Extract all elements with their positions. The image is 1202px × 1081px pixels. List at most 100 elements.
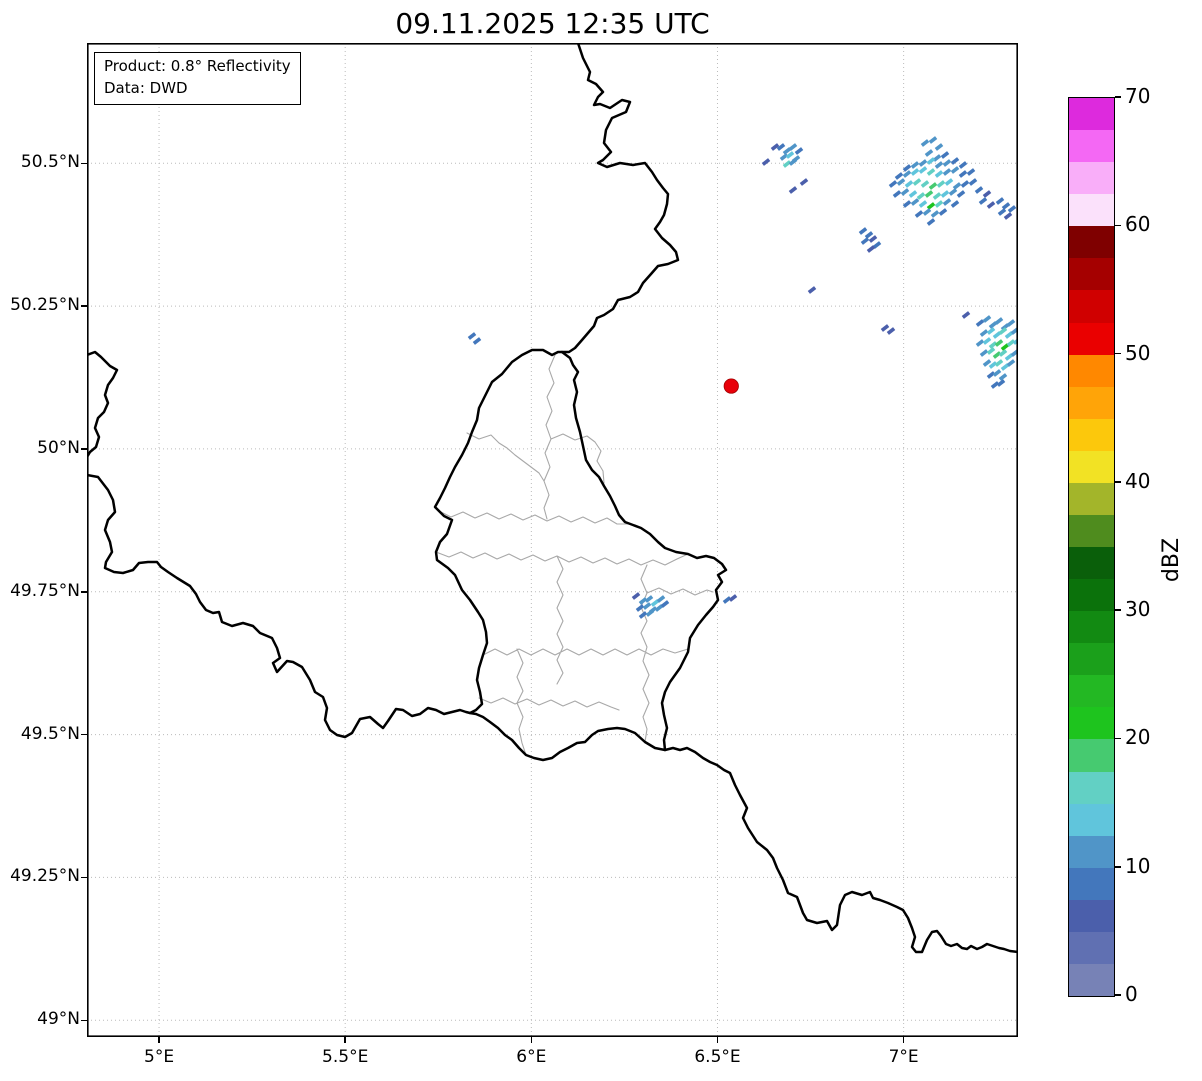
radar-echo-bin (888, 180, 898, 188)
radar-site-marker (723, 378, 739, 394)
radar-echo-bin (934, 170, 944, 178)
colorbar-tick-mark (1115, 352, 1121, 355)
radar-echo-bin (914, 210, 924, 218)
radar-echo-bin (948, 188, 958, 196)
radar-echo-bin (966, 168, 976, 176)
colorbar-segment (1069, 354, 1114, 387)
y-tick-mark (81, 1019, 87, 1022)
radar-echo-bin (770, 143, 780, 151)
colorbar-tick-label: 10 (1125, 853, 1151, 878)
colorbar-tick-mark (1115, 481, 1121, 483)
radar-echo-bin (936, 180, 946, 188)
radar-echo-bin (958, 170, 968, 178)
colorbar-segment (1069, 706, 1114, 740)
radar-echo-bin (942, 159, 952, 167)
colorbar (1068, 97, 1115, 997)
radar-echo-bin (932, 192, 942, 200)
radar-echo-bin (807, 286, 817, 294)
y-tick-label: 49.75°N (10, 580, 80, 601)
colorbar-segment (1069, 835, 1114, 868)
radar-echo-bin (940, 151, 950, 159)
radar-echo-bin (942, 198, 952, 206)
colorbar-tick-label: 30 (1125, 597, 1151, 622)
radar-echo-bin (910, 168, 920, 176)
x-tick-mark (344, 1037, 346, 1043)
colorbar-segment (1069, 193, 1114, 227)
radar-figure: 09.11.2025 12:35 UTC Product: 0.8° Refle… (0, 0, 1202, 1081)
radar-echo-bin (950, 166, 960, 174)
colorbar-tick-label: 70 (1125, 84, 1151, 108)
colorbar-segment (1069, 674, 1114, 708)
y-tick-label: 50°N (37, 437, 80, 458)
radar-echo-bin (982, 190, 992, 198)
y-tick-label: 50.25°N (10, 295, 80, 316)
colorbar-segment (1069, 514, 1114, 547)
radar-echo-bin (920, 180, 930, 188)
colorbar-segment (1069, 546, 1114, 580)
radar-echo-bin (904, 180, 914, 188)
y-tick-mark (81, 305, 87, 307)
map-plot (87, 43, 1018, 1037)
radar-echo-bin (926, 218, 936, 226)
radar-echo-bin (961, 311, 971, 319)
radar-echo-bin (979, 329, 989, 337)
colorbar-segment (1069, 257, 1114, 291)
y-tick-label: 50.5°N (20, 152, 80, 173)
radar-echo-bin (776, 143, 786, 151)
x-tick-mark (716, 1037, 719, 1043)
radar-echo-bin (902, 200, 912, 208)
colorbar-segment (1069, 738, 1114, 772)
radar-echo-bin (908, 190, 918, 198)
radar-echo-bin (912, 178, 922, 186)
radar-echo-bin (952, 182, 962, 190)
colorbar-segment (1069, 321, 1114, 355)
radar-echo-bin (997, 208, 1007, 216)
colorbar-segment (1069, 803, 1114, 836)
luxembourg-border (433, 348, 728, 762)
y-tick-label: 49.25°N (10, 866, 80, 887)
radar-echo-bin (982, 337, 992, 345)
colorbar-segment (1069, 161, 1114, 195)
radar-echo-bin (900, 188, 910, 196)
colorbar-tick-mark (1115, 96, 1121, 98)
radar-echo-bin (928, 182, 938, 190)
colorbar-unit-label: dBZ (1159, 537, 1184, 583)
colorbar-segment (1069, 129, 1114, 163)
radar-echo-bin (986, 201, 996, 209)
radar-echo-bin (916, 192, 926, 200)
data-source-line: Data: DWD (104, 78, 188, 97)
radar-echo-bin (944, 178, 954, 186)
y-tick-mark (81, 448, 87, 450)
colorbar-segment (1069, 610, 1114, 644)
radar-echo-bin (860, 237, 870, 245)
colorbar-segment (1069, 386, 1114, 419)
colorbar-segment (1069, 98, 1114, 131)
x-tick-mark (530, 1037, 533, 1043)
radar-echo-bin (960, 180, 970, 188)
radar-site-marker-layer (723, 378, 739, 394)
radar-echo-bin (924, 190, 934, 198)
radar-echo-bin (942, 168, 952, 176)
radar-echo-bin (924, 149, 934, 157)
radar-echo-bin (926, 168, 936, 176)
radar-echo-bin (950, 200, 960, 208)
colorbar-tick-mark (1115, 866, 1121, 868)
annotation-box: Product: 0.8° Reflectivity Data: DWD (94, 52, 301, 105)
radar-echo-bin (968, 178, 978, 186)
radar-echo-bin (1003, 212, 1013, 220)
colorbar-segment (1069, 418, 1114, 451)
radar-echo-bin (979, 349, 989, 357)
radar-echo-bin (910, 198, 920, 206)
radar-echo-bin (467, 332, 477, 340)
radar-echo-bin (902, 164, 912, 172)
plot-frame (87, 43, 1018, 1037)
y-tick-label: 49°N (37, 1009, 80, 1030)
radar-echo-bin (880, 324, 890, 332)
colorbar-segment (1069, 867, 1114, 900)
colorbar-tick-label: 60 (1125, 212, 1151, 237)
x-tick-label: 5°E (144, 1047, 175, 1067)
radar-echo-bin (910, 161, 920, 169)
page-title: 09.11.2025 12:35 UTC (395, 7, 710, 40)
radar-echo-bin (918, 200, 928, 208)
radar-echo-bin (788, 186, 798, 194)
